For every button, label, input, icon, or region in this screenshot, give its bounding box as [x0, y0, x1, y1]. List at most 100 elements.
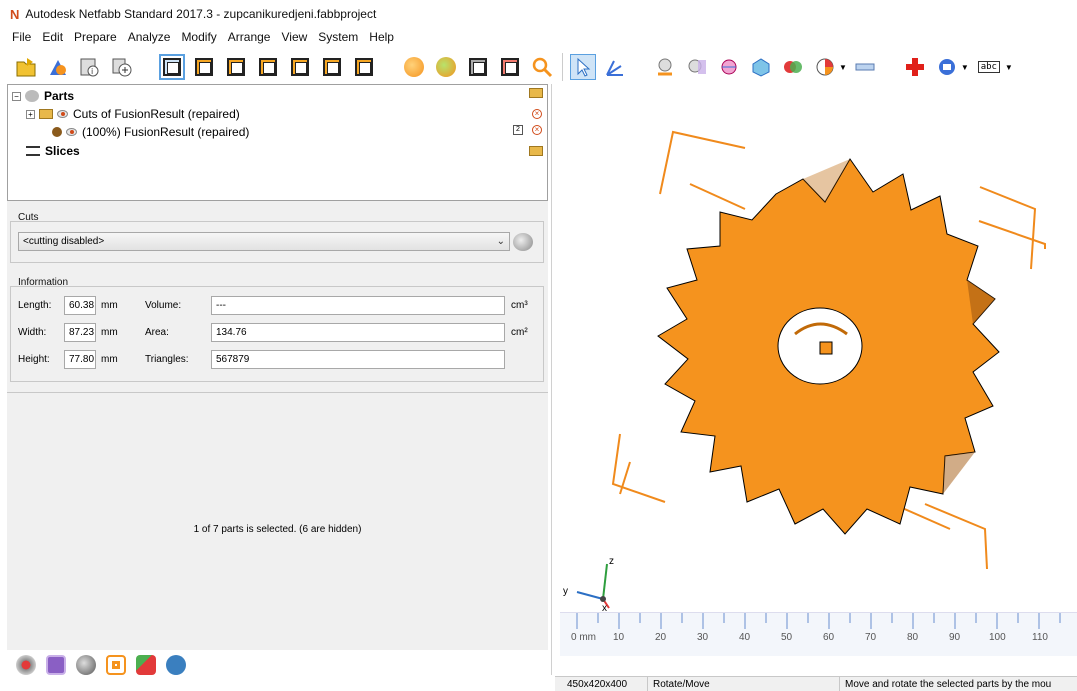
warning-icon[interactable] — [136, 655, 156, 675]
bottom-toolbar — [16, 655, 186, 675]
visibility-icon[interactable] — [66, 128, 77, 136]
viewport-canvas[interactable] — [555, 84, 1077, 675]
tool-hint: Move and rotate the selected parts by th… — [845, 679, 1052, 690]
triangles-value: 567879 — [211, 350, 505, 369]
close-icon[interactable]: × — [532, 125, 542, 135]
merge-icon[interactable] — [749, 55, 773, 79]
area-value: 134.76 — [211, 323, 505, 342]
wireframe-icon[interactable] — [466, 55, 490, 79]
info-icon[interactable]: i — [78, 55, 102, 79]
length-value: 60.38 — [64, 296, 96, 315]
slices-icon — [26, 146, 40, 156]
shaded-icon[interactable] — [402, 55, 426, 79]
area-label: Area: — [145, 327, 169, 338]
open-icon[interactable] — [14, 55, 38, 79]
boolean-icon[interactable] — [781, 55, 805, 79]
height-label: Height: — [18, 354, 50, 365]
length-label: Length: — [18, 300, 52, 311]
add-icon[interactable] — [110, 55, 134, 79]
cut-preview-icon[interactable] — [513, 233, 533, 251]
slices-folder-icon[interactable] — [529, 146, 543, 156]
expand-icon[interactable]: + — [26, 109, 35, 119]
area-unit: cm² — [511, 327, 528, 338]
select-icon[interactable] — [570, 54, 596, 80]
settings-gear-icon[interactable] — [16, 655, 36, 675]
platform-dimensions: 450x420x400 — [567, 679, 628, 690]
refresh-icon[interactable] — [166, 655, 186, 675]
view-top-icon[interactable] — [320, 55, 344, 79]
view-default-icon[interactable] — [159, 54, 185, 80]
menu-system[interactable]: System — [318, 30, 358, 44]
menu-prepare[interactable]: Prepare — [74, 30, 117, 44]
collapse-icon[interactable]: − — [12, 91, 21, 101]
view-right-icon[interactable] — [288, 55, 312, 79]
project-tree: − Parts + Cuts of FusionResult (repaired… — [7, 84, 548, 201]
repair-icon[interactable] — [653, 55, 677, 79]
tree-item-label: Cuts of FusionResult (repaired) — [73, 107, 240, 121]
parts-folder-icon[interactable] — [529, 88, 543, 98]
view-front-icon[interactable] — [192, 55, 216, 79]
selection-status-area: 1 of 7 parts is selected. (6 are hidden) — [7, 392, 548, 650]
view-left-icon[interactable] — [256, 55, 280, 79]
chevron-down-icon[interactable]: ▼ — [839, 63, 847, 72]
part-icon — [52, 127, 62, 137]
text-label-text: abc — [977, 61, 1000, 73]
ruler-icon[interactable] — [853, 55, 877, 79]
tree-item-label: (100%) FusionResult (repaired) — [82, 125, 250, 139]
selection-status-text: 1 of 7 parts is selected. (6 are hidden) — [193, 524, 362, 535]
menu-analyze[interactable]: Analyze — [128, 30, 171, 44]
parts-icon — [25, 90, 39, 102]
3d-viewport[interactable]: z y x — [555, 84, 1077, 675]
width-value: 87.23 — [64, 323, 96, 342]
cuts-select[interactable]: <cutting disabled> ⌄ — [18, 232, 510, 251]
slice-icon[interactable] — [717, 55, 741, 79]
chevron-down-icon: ⌄ — [496, 236, 505, 247]
volume-label: Volume: — [145, 300, 182, 311]
zoom-icon[interactable] — [530, 55, 554, 79]
gear-part[interactable] — [657, 158, 1000, 535]
frame-icon[interactable] — [106, 655, 126, 675]
ruler: 0 mm 10 20 30 40 50 60 70 80 90 100 110 — [560, 612, 1077, 656]
status-bar: 450x420x400 Rotate/Move Move and rotate … — [555, 676, 1077, 691]
layers-icon[interactable] — [46, 655, 66, 675]
ruler-label: 0 mm — [571, 632, 596, 643]
menu-modify[interactable]: Modify — [181, 30, 216, 44]
chevron-down-icon[interactable]: ▼ — [1005, 63, 1013, 72]
volume-value: --- — [211, 296, 505, 315]
panel-splitter[interactable] — [551, 84, 552, 675]
ruler-label: 80 — [907, 632, 919, 643]
tree-slices-label: Slices — [45, 144, 80, 158]
text-label-icon[interactable]: abc — [975, 55, 1003, 79]
tree-parts[interactable]: − Parts — [12, 89, 74, 103]
cuts-select-value: <cutting disabled> — [23, 236, 105, 247]
clip-icon[interactable] — [498, 55, 522, 79]
sphere-icon[interactable] — [76, 655, 96, 675]
window-title: Autodesk Netfabb Standard 2017.3 - zupca… — [25, 7, 377, 21]
volume-unit: cm³ — [511, 300, 528, 311]
label-icon[interactable] — [935, 55, 959, 79]
solid-icon[interactable] — [434, 55, 458, 79]
triangles-label: Triangles: — [145, 354, 189, 365]
axis-gizmo — [576, 563, 610, 609]
visibility-icon[interactable] — [57, 110, 68, 118]
chevron-down-icon[interactable]: ▼ — [961, 63, 969, 72]
tree-item-cuts[interactable]: + Cuts of FusionResult (repaired) — [26, 107, 240, 121]
tree-parts-label: Parts — [44, 89, 75, 103]
measure-icon[interactable] — [603, 55, 627, 79]
menu-view[interactable]: View — [281, 30, 307, 44]
red-cross-icon[interactable] — [903, 55, 927, 79]
tree-slices[interactable]: Slices — [12, 144, 80, 158]
axis-z-label: z — [609, 556, 614, 567]
cut-icon[interactable] — [685, 55, 709, 79]
analysis-icon[interactable] — [813, 55, 837, 79]
close-icon[interactable]: × — [532, 109, 542, 119]
view-bottom-icon[interactable] — [352, 55, 376, 79]
add-part-icon[interactable] — [46, 55, 70, 79]
menu-help[interactable]: Help — [369, 30, 394, 44]
height-unit: mm — [101, 354, 118, 365]
tree-item-fusion[interactable]: (100%) FusionResult (repaired) — [52, 125, 249, 139]
menu-file[interactable]: File — [12, 30, 31, 44]
menu-arrange[interactable]: Arrange — [228, 30, 271, 44]
menu-edit[interactable]: Edit — [42, 30, 63, 44]
view-back-icon[interactable] — [224, 55, 248, 79]
